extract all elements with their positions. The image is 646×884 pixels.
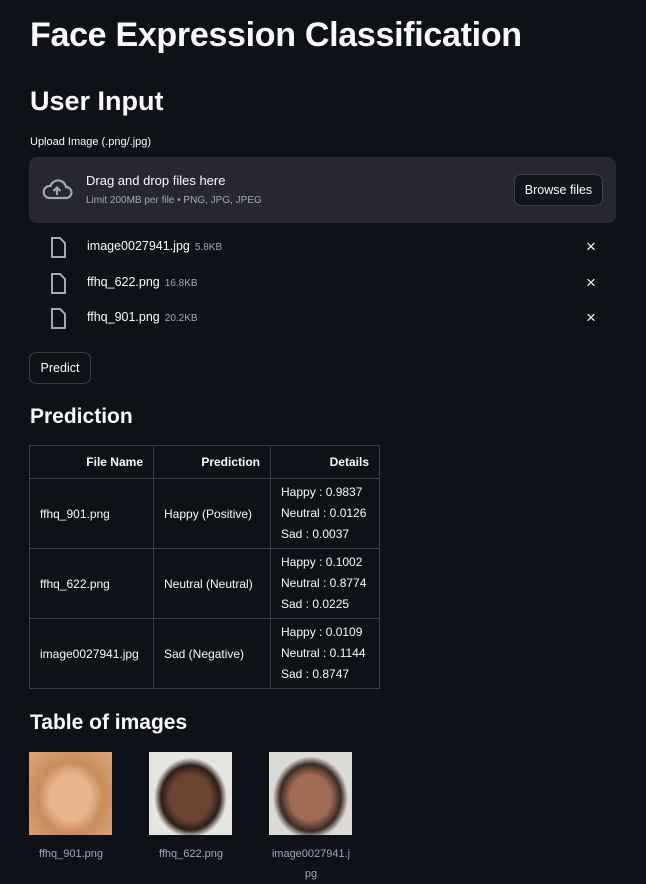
gallery-heading: Table of images [30,711,188,734]
column-header: Prediction [153,445,271,479]
table-row: image0027941.jpg Sad (Negative) Happy : … [29,618,380,689]
remove-file-icon[interactable]: × [586,273,596,293]
column-header: Details [270,445,380,479]
face-image [149,752,232,835]
file-dropzone[interactable]: Drag and drop files here Limit 200MB per… [29,157,616,223]
score-line: Happy : 0.9837 [281,485,363,499]
table-header: File Name Prediction Details [29,445,380,479]
browse-files-button[interactable]: Browse files [514,174,603,206]
face-image [269,752,352,835]
image-caption: ffhq_901.png [38,848,104,860]
predict-button[interactable]: Predict [29,352,91,384]
page-title: Face Expression Classification [30,16,522,54]
file-name: image0027941.jpg [87,239,190,253]
prediction-table: File Name Prediction Details ffhq_901.pn… [29,445,380,689]
file-icon [51,308,66,329]
dropzone-title: Drag and drop files here [86,173,226,188]
face-image [29,752,112,835]
score-line: Sad : 0.0037 [281,527,350,541]
file-name-cell: image0027941.jpg [29,618,154,689]
remove-file-icon[interactable]: × [586,237,596,257]
details-cell: Happy : 0.9837 Neutral : 0.0126 Sad : 0.00… [270,478,380,549]
details-cell: Happy : 0.0109 Neutral : 0.1144 Sad : 0.87… [270,618,380,689]
image-caption: ffhq_622.png [158,848,224,860]
prediction-cell: Neutral (Neutral) [153,548,271,619]
file-name: ffhq_622.png [87,275,160,289]
score-line: Neutral : 0.1144 [281,646,366,660]
file-name-cell: ffhq_622.png [29,548,154,619]
upload-label: Upload Image (.png/.jpg) [30,136,152,148]
uploaded-file: ffhq_622.png 16.8KB × [30,271,616,301]
file-icon [51,237,66,258]
prediction-cell: Happy (Positive) [153,478,271,549]
score-line: Sad : 0.8747 [281,667,350,681]
file-size: 5.8KB [194,242,223,253]
dropzone-subtitle: Limit 200MB per file • PNG, JPG, JPEG [86,195,262,206]
score-line: Neutral : 0.0126 [281,506,367,520]
cloud-upload-icon [42,179,73,200]
prediction-cell: Sad (Negative) [153,618,271,689]
prediction-heading: Prediction [30,405,133,428]
table-row: ffhq_901.png Happy (Positive) Happy : 0.… [29,478,380,549]
uploaded-file: image0027941.jpg 5.8KB × [30,235,616,265]
score-line: Neutral : 0.8774 [281,576,367,590]
score-line: Sad : 0.0225 [281,597,350,611]
file-size: 16.8KB [164,278,198,289]
details-cell: Happy : 0.1002 Neutral : 0.8774 Sad : 0.02… [270,548,380,619]
score-line: Happy : 0.1002 [281,555,363,569]
file-size: 20.2KB [164,313,198,324]
remove-file-icon[interactable]: × [586,308,596,328]
file-name: ffhq_901.png [87,310,160,324]
file-icon [51,273,66,294]
uploaded-file: ffhq_901.png 20.2KB × [30,306,616,336]
user-input-heading: User Input [30,86,164,116]
image-caption: image0027941.jpg [271,848,351,880]
file-name-cell: ffhq_901.png [29,478,154,549]
table-row: ffhq_622.png Neutral (Neutral) Happy : 0… [29,548,380,619]
score-line: Happy : 0.0109 [281,625,363,639]
column-header: File Name [29,445,154,479]
